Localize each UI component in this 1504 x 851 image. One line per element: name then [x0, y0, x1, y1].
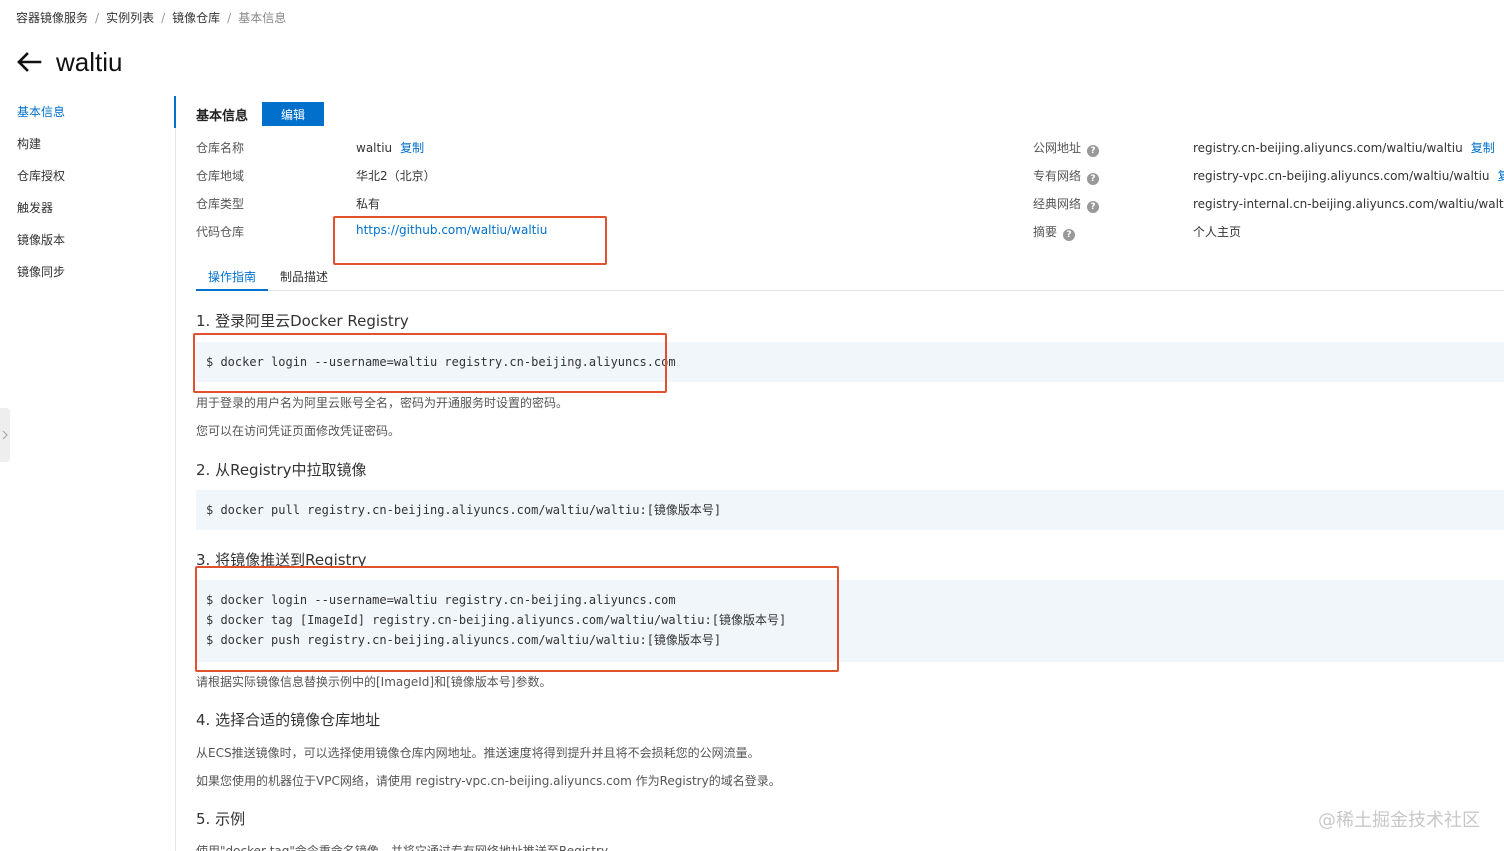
help-icon[interactable]: ? — [1087, 173, 1100, 185]
classic-address-label: 经典网络? — [1033, 195, 1100, 213]
breadcrumb-separator: / — [95, 11, 100, 25]
step1-title: 1. 登录阿里云Docker Registry — [196, 312, 409, 330]
vpc-address-value: registry-vpc.cn-beijing.aliyuncs.com/wal… — [1193, 167, 1504, 184]
step4-desc: 从ECS推送镜像时，可以选择使用镜像仓库内网地址。推送速度将得到提升并且将不会损… — [196, 746, 760, 760]
summary-value: 个人主页 — [1193, 225, 1242, 239]
help-icon[interactable]: ? — [1087, 201, 1100, 213]
step1-code-block[interactable]: $ docker login --username=waltiu registr… — [196, 342, 1504, 382]
copy-repo-name-link[interactable]: 复制 — [400, 141, 424, 155]
watermark: @稀土掘金技术社区 — [1318, 810, 1480, 831]
page-title: waltiu — [56, 46, 123, 77]
vpc-address-label: 专有网络? — [1033, 167, 1100, 185]
breadcrumb-item[interactable]: 镜像仓库 — [172, 9, 220, 26]
classic-address-value: registry-internal.cn-beijing.aliyuncs.co… — [1193, 195, 1504, 212]
breadcrumb-separator: / — [161, 11, 166, 25]
basic-info-header: 基本信息 编辑 — [196, 102, 325, 126]
help-icon[interactable]: ? — [1063, 229, 1076, 241]
public-address-label: 公网地址? — [1033, 139, 1100, 157]
public-address-label-text: 公网地址 — [1033, 141, 1082, 155]
code-line: $ docker login --username=waltiu registr… — [206, 355, 676, 369]
repo-region-value: 华北2（北京） — [356, 169, 436, 183]
vpc-address-label-text: 专有网络 — [1033, 169, 1082, 183]
step4-title: 4. 选择合适的镜像仓库地址 — [196, 711, 381, 729]
sidebar: 基本信息 构建 仓库授权 触发器 镜像版本 镜像同步 — [0, 96, 176, 851]
breadcrumb-separator: / — [227, 11, 232, 25]
classic-address-label-text: 经典网络 — [1033, 197, 1082, 211]
breadcrumb-item[interactable]: 容器镜像服务 — [16, 9, 88, 26]
repo-name-value: waltiu 复制 — [356, 139, 424, 156]
copy-public-address-link[interactable]: 复制 — [1471, 141, 1495, 155]
step1-desc: 您可以在访问凭证页面修改凭证密码。 — [196, 424, 401, 438]
breadcrumb-current: 基本信息 — [238, 11, 287, 25]
repo-name-text: waltiu — [356, 141, 393, 155]
step5-desc: 使用"docker tag"命令重命名镜像，并将它通过专有网络地址推送至Regi… — [196, 844, 621, 851]
section-title: 基本信息 — [196, 108, 249, 124]
sidebar-item-build[interactable]: 构建 — [0, 128, 175, 160]
step2-code-block[interactable]: $ docker pull registry.cn-beijing.aliyun… — [196, 490, 1504, 530]
sidebar-item-repo-auth[interactable]: 仓库授权 — [0, 160, 175, 192]
step3-code-block[interactable]: $ docker login --username=waltiu registr… — [196, 580, 1504, 662]
tab-product-description[interactable]: 制品描述 — [276, 266, 332, 291]
vpc-address-text: registry-vpc.cn-beijing.aliyuncs.com/wal… — [1193, 169, 1490, 183]
public-address-value: registry.cn-beijing.aliyuncs.com/waltiu/… — [1193, 139, 1495, 156]
classic-address-text: registry-internal.cn-beijing.aliyuncs.co… — [1193, 197, 1504, 211]
chevron-right-icon — [2, 430, 8, 440]
summary-label: 摘要? — [1033, 223, 1076, 241]
code-repo-link[interactable]: https://github.com/waltiu/waltiu — [356, 223, 547, 237]
step1-desc: 用于登录的用户名为阿里云账号全名，密码为开通服务时设置的密码。 — [196, 396, 569, 410]
sidebar-collapse-handle[interactable] — [0, 408, 10, 462]
code-line: $ docker push registry.cn-beijing.aliyun… — [206, 633, 722, 647]
code-repo-label: 代码仓库 — [196, 225, 245, 239]
sidebar-item-trigger[interactable]: 触发器 — [0, 192, 175, 224]
help-icon[interactable]: ? — [1087, 145, 1100, 157]
step3-title: 3. 将镜像推送到Registry — [196, 551, 367, 569]
breadcrumb-item[interactable]: 实例列表 — [106, 9, 154, 26]
summary-label-text: 摘要 — [1033, 225, 1058, 239]
sidebar-item-basic-info[interactable]: 基本信息 — [0, 96, 176, 128]
copy-vpc-address-link[interactable]: 复制 — [1498, 169, 1504, 183]
step4-desc: 如果您使用的机器位于VPC网络，请使用 registry-vpc.cn-beij… — [196, 774, 781, 788]
sidebar-item-image-version[interactable]: 镜像版本 — [0, 224, 175, 256]
repo-type-label: 仓库类型 — [196, 197, 245, 211]
sidebar-item-image-sync[interactable]: 镜像同步 — [0, 256, 175, 288]
step2-title: 2. 从Registry中拉取镜像 — [196, 461, 367, 479]
repo-name-label: 仓库名称 — [196, 141, 245, 155]
step3-desc: 请根据实际镜像信息替换示例中的[ImageId]和[镜像版本号]参数。 — [196, 675, 552, 689]
breadcrumb: 容器镜像服务 / 实例列表 / 镜像仓库 / 基本信息 — [16, 9, 286, 26]
code-line: $ docker pull registry.cn-beijing.aliyun… — [206, 503, 722, 517]
guide-tabs: 操作指南 制品描述 — [196, 266, 1504, 291]
repo-type-value: 私有 — [356, 197, 381, 211]
code-line: $ docker login --username=waltiu registr… — [206, 593, 676, 607]
step5-title: 5. 示例 — [196, 810, 246, 828]
tab-operation-guide[interactable]: 操作指南 — [196, 266, 268, 291]
code-line: $ docker tag [ImageId] registry.cn-beiji… — [206, 613, 787, 627]
main-content: 基本信息 编辑 仓库名称 waltiu 复制 仓库地域 华北2（北京） 仓库类型 … — [196, 96, 1504, 851]
back-arrow-icon[interactable] — [16, 51, 42, 73]
edit-button[interactable]: 编辑 — [262, 102, 325, 126]
repo-region-label: 仓库地域 — [196, 169, 245, 183]
page-header: waltiu — [16, 44, 122, 80]
public-address-text: registry.cn-beijing.aliyuncs.com/waltiu/… — [1193, 141, 1463, 155]
